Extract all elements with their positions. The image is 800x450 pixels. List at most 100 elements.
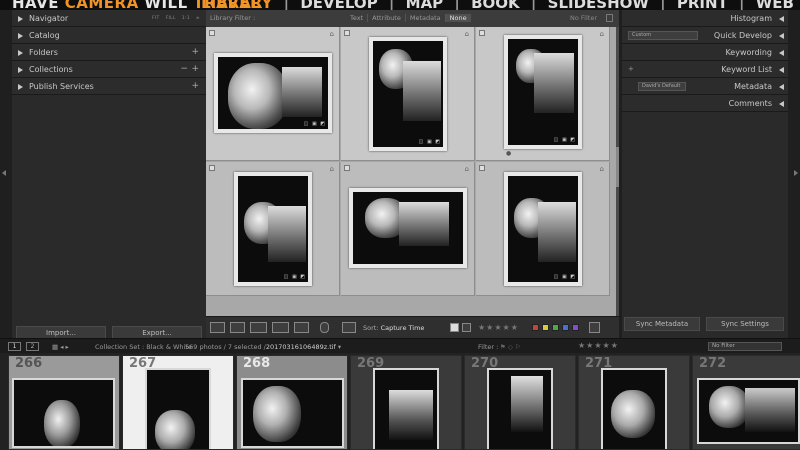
photo-thumbnail[interactable]: ◫ ▣ ◩ (369, 37, 447, 151)
quick-collection-icon[interactable]: ⌂ (465, 165, 469, 173)
zoom-fill[interactable]: FILL (166, 16, 176, 21)
filter-metadata[interactable]: Metadata (404, 14, 445, 22)
module-develop[interactable]: DEVELOP (300, 0, 377, 10)
sort-control[interactable]: Sort: Capture Time (363, 324, 424, 332)
photo-thumbnail[interactable]: ◫ ▣ ◩ (504, 172, 582, 286)
grid-cell[interactable]: ⌂ ◫ ▣ ◩ ● (476, 27, 610, 161)
toolbar-menu-icon[interactable] (604, 322, 613, 333)
filter-none[interactable]: None (444, 14, 471, 22)
grid-cell[interactable]: ⌂ ◫ ▣ ◩ (206, 27, 340, 161)
filmstrip-filter-select[interactable]: No Filter (708, 342, 782, 351)
select-checkbox-icon[interactable] (479, 30, 485, 36)
photo-thumbnail[interactable]: ◫ ▣ ◩ (214, 53, 332, 133)
flag-filter-icons[interactable]: ⚑ ◇ ⚐ (500, 343, 521, 351)
quick-develop-header[interactable]: Custom Quick Develop (622, 27, 788, 44)
add-folder-button[interactable]: + (191, 44, 199, 61)
sort-value[interactable]: Capture Time (381, 324, 425, 332)
rotate-icon[interactable] (589, 322, 600, 333)
module-slideshow[interactable]: SLIDESHOW (548, 0, 649, 10)
rating-dot: ● (506, 150, 512, 157)
color-label-green[interactable] (552, 324, 559, 331)
quick-develop-preset-select[interactable]: Custom (628, 31, 698, 40)
color-label-yellow[interactable] (542, 324, 549, 331)
catalog-header[interactable]: Catalog (12, 27, 206, 44)
metadata-preset-select[interactable]: David's Default (638, 82, 686, 91)
filmstrip-source[interactable]: Collection Set : Black & White (95, 343, 192, 351)
select-checkbox-icon[interactable] (209, 30, 215, 36)
filmstrip-thumbnail[interactable]: 267 (122, 355, 234, 450)
grid-view-icon[interactable] (210, 322, 225, 333)
zoom-more[interactable]: ≑ (196, 16, 200, 21)
grid-cell[interactable]: ⌂ ◫ ▣ ◩ (476, 162, 610, 296)
filmstrip-thumbnail[interactable]: 270 (464, 355, 576, 450)
select-checkbox-icon[interactable] (344, 165, 350, 171)
folders-header[interactable]: Folders + (12, 44, 206, 61)
filter-preset[interactable]: No Filter (570, 14, 597, 22)
quick-collection-icon[interactable]: ⌂ (600, 165, 604, 173)
module-library[interactable]: LIBRARY (201, 0, 272, 10)
publish-services-header[interactable]: Publish Services + (12, 78, 206, 95)
filter-text[interactable]: Text (346, 14, 367, 22)
painter-icon[interactable] (320, 322, 329, 333)
photo-thumbnail[interactable]: ◫ ▣ ◩ (504, 35, 582, 149)
filmstrip-thumbnail[interactable]: 266 (8, 355, 120, 450)
metadata-header[interactable]: David's Default Metadata (622, 78, 788, 95)
zoom-fit[interactable]: FIT (152, 16, 160, 21)
survey-view-icon[interactable] (272, 322, 289, 333)
module-map[interactable]: MAP (406, 0, 444, 10)
filmstrip-thumbnail[interactable]: 272 (692, 355, 800, 450)
photo-thumbnail[interactable] (349, 188, 467, 268)
grid-cell[interactable]: ⌂ (341, 162, 475, 296)
filmstrip-thumbnail[interactable]: 269 (350, 355, 462, 450)
grid-nav-icons[interactable]: ▦ ◂ ▸ (52, 343, 69, 351)
add-keyword-button[interactable]: + (628, 61, 634, 78)
color-label-blue[interactable] (562, 324, 569, 331)
select-checkbox-icon[interactable] (209, 165, 215, 171)
filmstrip-thumbnail[interactable]: 271 (578, 355, 690, 450)
loupe-view-icon[interactable] (230, 322, 245, 333)
filmstrip-thumbnail[interactable]: 268 (236, 355, 348, 450)
grid-cell[interactable]: ⌂ ◫ ▣ ◩ (206, 162, 340, 296)
sync-settings-button[interactable]: Sync Settings (706, 317, 784, 331)
sort-direction-icon[interactable] (342, 322, 356, 333)
scrollbar-thumb[interactable] (616, 147, 619, 187)
collections-header[interactable]: Collections − + (12, 61, 206, 78)
select-checkbox-icon[interactable] (344, 30, 350, 36)
rating-filter-stars[interactable]: ★★★★★ (578, 341, 619, 350)
module-book[interactable]: BOOK (471, 0, 520, 10)
quick-collection-icon[interactable]: ⌂ (330, 165, 334, 173)
grid-scrollbar[interactable] (616, 27, 619, 316)
quick-collection-icon[interactable]: ⌂ (465, 30, 469, 38)
main-window-button[interactable]: 1 (8, 342, 21, 351)
add-collection-button[interactable]: + (191, 61, 199, 78)
histogram-header[interactable]: Histogram (622, 10, 788, 27)
secondary-window-button[interactable]: 2 (26, 342, 39, 351)
photo-thumbnail[interactable]: ◫ ▣ ◩ (234, 172, 312, 286)
people-view-icon[interactable] (294, 322, 309, 333)
color-label-red[interactable] (532, 324, 539, 331)
remove-collection-button[interactable]: − (180, 61, 188, 78)
right-panel-toggle-icon[interactable] (794, 170, 798, 176)
compare-view-icon[interactable] (250, 322, 267, 333)
expand-triangle-icon (18, 67, 23, 73)
color-label-purple[interactable] (572, 324, 579, 331)
filter-lock-icon[interactable] (606, 14, 613, 22)
sync-metadata-button[interactable]: Sync Metadata (624, 317, 700, 331)
quick-collection-icon[interactable]: ⌂ (600, 30, 604, 38)
zoom-1-1[interactable]: 1:1 (182, 16, 190, 21)
rating-stars[interactable]: ★★★★★ (478, 323, 519, 332)
add-publish-service-button[interactable]: + (191, 78, 199, 95)
grid-cell[interactable]: ⌂ ◫ ▣ ◩ (341, 27, 475, 161)
module-web[interactable]: WEB (756, 0, 794, 10)
keywording-header[interactable]: Keywording (622, 44, 788, 61)
filter-attribute[interactable]: Attribute (367, 14, 405, 22)
module-print[interactable]: PRINT (677, 0, 728, 10)
comments-header[interactable]: Comments (622, 95, 788, 112)
navigator-header[interactable]: Navigator FIT FILL 1:1 ≑ (12, 10, 206, 27)
select-checkbox-icon[interactable] (479, 165, 485, 171)
left-panel-toggle-icon[interactable] (2, 170, 6, 176)
keyword-list-header[interactable]: + Keyword List (622, 61, 788, 78)
quick-collection-icon[interactable]: ⌂ (330, 30, 334, 38)
reject-flag-icon[interactable] (462, 323, 471, 332)
pick-flag-icon[interactable] (450, 323, 459, 332)
